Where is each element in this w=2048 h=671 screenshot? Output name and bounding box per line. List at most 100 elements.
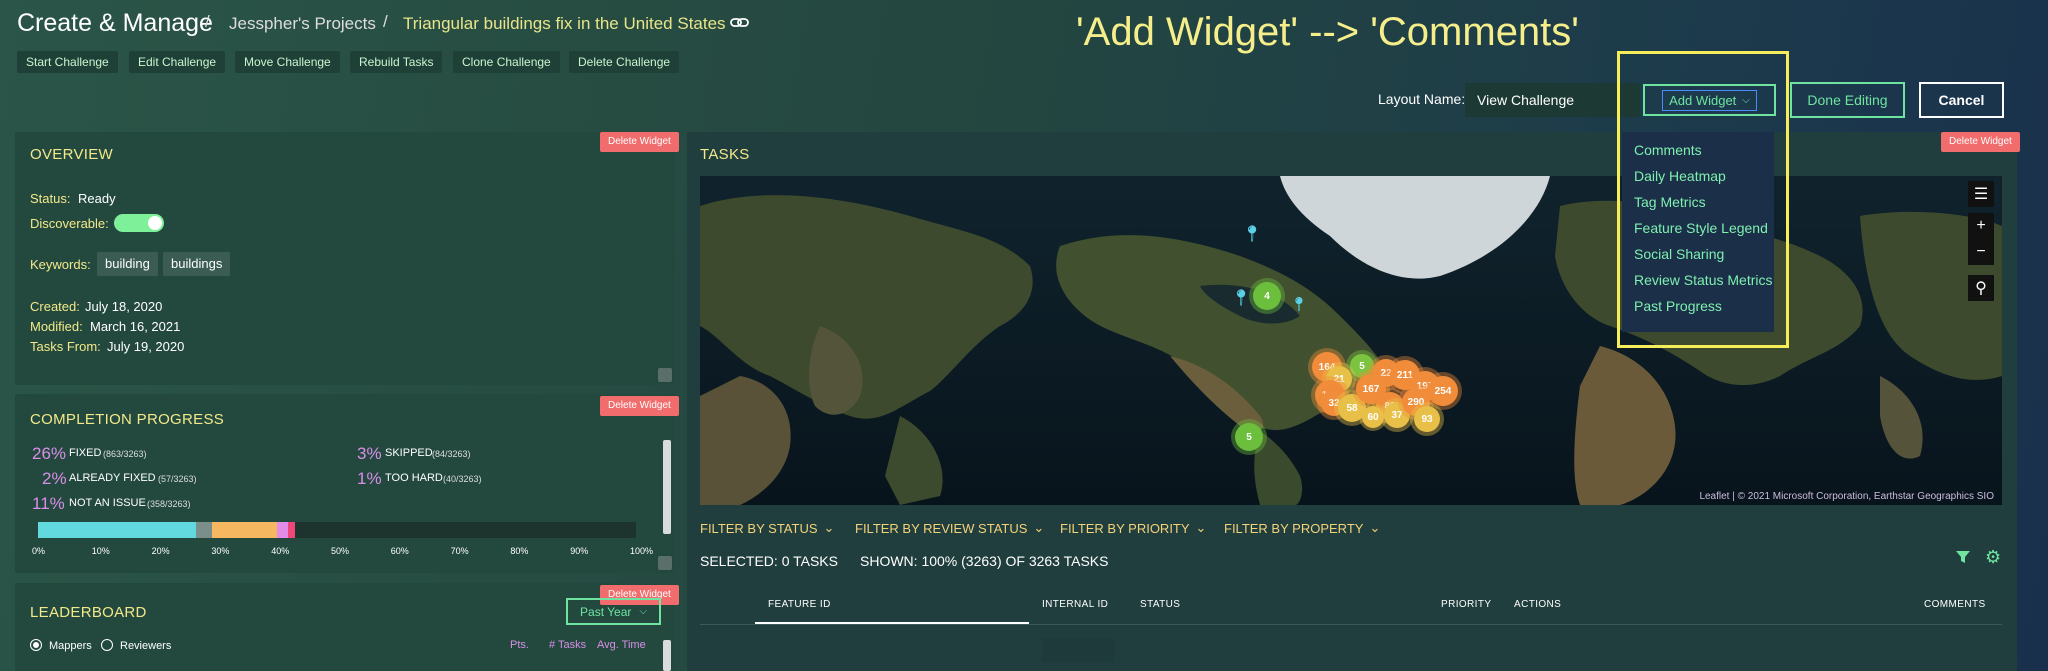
filter-icon[interactable] xyxy=(1955,549,1971,565)
task-map[interactable]: 📍︎ 📍︎ 📍︎ 4 5 164 5 21 22 211 197 254 140… xyxy=(700,176,2002,505)
filter-review-status-dropdown[interactable]: FILTER BY REVIEW STATUS ⌄ xyxy=(855,520,1044,536)
zoom-out-icon[interactable]: − xyxy=(1968,239,1994,265)
delete-widget-button[interactable]: Delete Widget xyxy=(600,132,679,152)
filter-priority-dropdown[interactable]: FILTER BY PRIORITY ⌄ xyxy=(1060,520,1206,536)
fixed-count: (863/3263) xyxy=(103,449,147,459)
layers-icon[interactable]: ☰ xyxy=(1968,181,1994,207)
world-map-imagery xyxy=(700,176,2002,505)
skipped-count: (84/3263) xyxy=(432,449,471,459)
col-actions: ACTIONS xyxy=(1514,599,1562,610)
tasks-col: # Tasks xyxy=(549,639,587,651)
points-col: Pts. xyxy=(510,639,529,651)
progress-segment-not-an-issue xyxy=(211,522,278,538)
layout-name-label: Layout Name: xyxy=(1378,91,1466,107)
col-internal-id[interactable]: INTERNAL ID xyxy=(1042,599,1108,610)
breadcrumb-separator: / xyxy=(383,12,388,31)
leaderboard-widget xyxy=(15,583,675,671)
filter-property-dropdown[interactable]: FILTER BY PROPERTY ⌄ xyxy=(1224,520,1380,536)
breadcrumb-separator: / xyxy=(205,12,210,31)
internal-id-filter-input[interactable] xyxy=(1042,638,1114,662)
clone-challenge-button[interactable]: Clone Challenge xyxy=(453,51,560,73)
skipped-label: SKIPPED xyxy=(385,447,433,459)
too-hard-count: (40/3263) xyxy=(443,474,482,484)
rebuild-tasks-button[interactable]: Rebuild Tasks xyxy=(350,51,443,73)
skipped-pct: 3% xyxy=(357,444,382,463)
shown-count: SHOWN: 100% (3263) OF 3263 TASKS xyxy=(860,553,1109,569)
modified-label: Modified: xyxy=(30,319,83,334)
not-an-issue-pct: 11% xyxy=(32,494,65,513)
completion-title: COMPLETION PROGRESS xyxy=(30,411,225,428)
status-label: Status: xyxy=(30,191,71,206)
map-attribution[interactable]: Leaflet | © 2021 Microsoft Corporation, … xyxy=(1699,491,1994,502)
app-title: Create & Manage xyxy=(17,9,213,37)
progress-segment-already-fixed xyxy=(277,522,288,538)
fixed-pct: 26% xyxy=(32,444,67,463)
progress-tick-label: 70% xyxy=(450,546,469,556)
progress-tick-label: 10% xyxy=(91,546,110,556)
toggle-knob xyxy=(148,216,162,230)
selected-count: SELECTED: 0 TASKS xyxy=(700,553,838,569)
task-cluster[interactable]: 93 xyxy=(1414,406,1440,432)
overview-title: OVERVIEW xyxy=(30,146,113,163)
done-editing-button[interactable]: Done Editing xyxy=(1790,82,1905,118)
progress-tick-label: 80% xyxy=(510,546,529,556)
progress-segment-skipped xyxy=(196,522,212,538)
gear-icon[interactable]: ⚙ xyxy=(1985,548,2003,566)
reviewers-label: Reviewers xyxy=(120,640,172,652)
completion-progress-bar xyxy=(38,522,636,538)
not-an-issue-count: (358/3263) xyxy=(147,499,191,509)
discoverable-toggle[interactable] xyxy=(114,214,164,232)
delete-widget-button[interactable]: Delete Widget xyxy=(1941,132,2020,152)
filter-status-dropdown[interactable]: FILTER BY STATUS ⌄ xyxy=(700,520,834,536)
mappers-radio[interactable] xyxy=(30,639,42,651)
edit-challenge-button[interactable]: Edit Challenge xyxy=(129,51,226,73)
map-pin-icon[interactable]: 📍︎ xyxy=(1231,288,1251,308)
task-cluster[interactable]: 254 xyxy=(1428,376,1458,406)
scrollbar[interactable] xyxy=(663,640,671,671)
reviewers-radio[interactable] xyxy=(101,639,113,651)
filter-label: FILTER BY REVIEW STATUS xyxy=(855,520,1028,536)
map-pin-icon[interactable]: 📍︎ xyxy=(1290,296,1308,313)
resize-handle-icon[interactable] xyxy=(658,556,672,570)
period-select[interactable]: Past Year ⌵ xyxy=(566,598,661,625)
col-feature-id[interactable]: FEATURE ID xyxy=(768,599,831,610)
cancel-button[interactable]: Cancel xyxy=(1919,82,2004,118)
filter-label: FILTER BY PRIORITY xyxy=(1060,520,1190,536)
progress-tick-label: 100% xyxy=(630,546,654,556)
chevron-down-icon: ⌄ xyxy=(823,520,835,535)
delete-widget-button[interactable]: Delete Widget xyxy=(600,396,679,416)
task-cluster[interactable]: 4 xyxy=(1253,282,1281,310)
search-icon[interactable]: ⚲ xyxy=(1968,275,1994,301)
keyword-tag: building xyxy=(97,252,158,276)
breadcrumb-challenge: Triangular buildings fix in the United S… xyxy=(403,14,726,33)
progress-tick-label: 60% xyxy=(390,546,409,556)
progress-tick-label: 0% xyxy=(32,546,46,556)
filter-label: FILTER BY PROPERTY xyxy=(1224,520,1364,536)
tasks-from-label: Tasks From: xyxy=(30,339,101,354)
col-comments: COMMENTS xyxy=(1924,599,1986,610)
resize-handle-icon[interactable] xyxy=(658,368,672,382)
move-challenge-button[interactable]: Move Challenge xyxy=(235,51,340,73)
tasks-from-value: July 19, 2020 xyxy=(107,339,185,354)
tasks-title: TASKS xyxy=(700,146,750,163)
created-value: July 18, 2020 xyxy=(85,299,163,314)
scrollbar[interactable] xyxy=(663,440,671,534)
progress-ticks: 0% 10% 20% 30% 40% 50% 60% 70% 80% 90% 100% xyxy=(32,546,653,558)
modified-value: March 16, 2021 xyxy=(90,319,181,334)
zoom-in-icon[interactable]: + xyxy=(1968,213,1994,239)
progress-segment-too-hard xyxy=(287,522,295,538)
link-icon[interactable] xyxy=(730,14,750,32)
breadcrumb-project[interactable]: Jesspher's Projects xyxy=(229,14,376,34)
task-cluster[interactable]: 5 xyxy=(1235,423,1263,451)
task-cluster[interactable]: 60 xyxy=(1362,406,1384,428)
col-priority[interactable]: PRIORITY xyxy=(1441,599,1491,610)
col-status[interactable]: STATUS xyxy=(1140,599,1180,610)
delete-challenge-button[interactable]: Delete Challenge xyxy=(569,51,680,73)
start-challenge-button[interactable]: Start Challenge xyxy=(17,51,118,73)
map-pin-icon[interactable]: 📍︎ xyxy=(1242,224,1262,244)
too-hard-pct: 1% xyxy=(357,469,382,488)
status-value: Ready xyxy=(78,191,116,206)
chevron-down-icon: ⌄ xyxy=(1369,520,1381,535)
layout-name-input[interactable]: View Challenge xyxy=(1465,83,1640,117)
created-label: Created: xyxy=(30,299,80,314)
